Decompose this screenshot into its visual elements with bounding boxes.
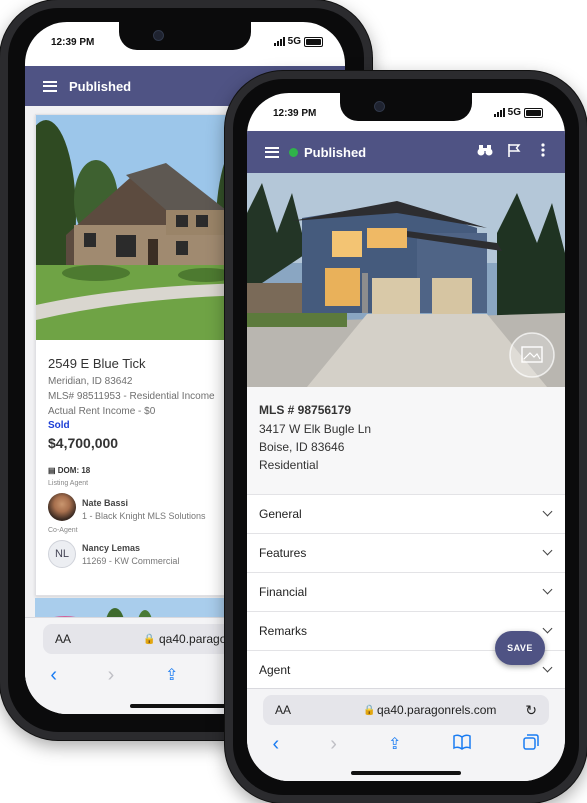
safari-bar: AA 🔒 qa40.paragonrels.com ↻ ‹ › ⇪ — [247, 688, 565, 781]
listing-card[interactable]: 2549 E Blue Tick Meridian, ID 83642 MLS#… — [35, 114, 257, 596]
share-icon[interactable]: ⇪ — [165, 665, 178, 685]
signal-icon — [493, 108, 505, 117]
listing-rent: Actual Rent Income - $0 — [48, 406, 156, 417]
forward-icon[interactable]: › — [108, 664, 115, 687]
status-time: 12:39 PM — [273, 108, 317, 119]
phone-front: 12:39 PM 5G Published MLS # 98756179 341… — [225, 71, 587, 803]
avatar — [48, 493, 76, 521]
chevron-down-icon — [542, 545, 553, 556]
days-on-market: ▤ DOM: 18 — [48, 466, 90, 475]
co-agent-org: 11269 - KW Commercial — [82, 556, 180, 566]
home-indicator — [130, 704, 240, 708]
share-icon[interactable]: ⇪ — [388, 734, 401, 754]
section-label: Remarks — [259, 624, 308, 638]
notch — [340, 93, 472, 121]
listing-type: Residential — [259, 458, 319, 472]
network-label: 5G — [507, 107, 521, 118]
avatar: NL — [48, 540, 76, 568]
back-icon[interactable]: ‹ — [50, 664, 57, 687]
listing-agent-label: Listing Agent — [48, 480, 89, 487]
listing-photo — [36, 115, 256, 340]
section-label: Financial — [259, 585, 308, 599]
back-icon[interactable]: ‹ — [273, 733, 280, 756]
section-label: Features — [259, 546, 307, 560]
save-button[interactable]: SAVE — [495, 631, 545, 665]
more-options-icon[interactable] — [541, 143, 545, 162]
url-text: qa40.paragonrels.com — [377, 703, 497, 717]
status-badge: Sold — [48, 420, 70, 431]
listing-street: 3417 W Elk Bugle Ln — [259, 422, 372, 436]
listing-address: 2549 E Blue Tick — [48, 356, 146, 371]
chevron-down-icon — [542, 506, 553, 517]
binoculars-icon[interactable] — [477, 143, 493, 160]
section-label: General — [259, 507, 302, 521]
listing-summary: MLS # 98756179 3417 W Elk Bugle Ln Boise… — [247, 387, 565, 494]
co-agent-label: Co-Agent — [48, 527, 78, 534]
lock-icon: 🔒 — [143, 633, 156, 645]
camera-icon — [374, 101, 385, 112]
status-network: 5G — [493, 107, 543, 118]
flag-icon[interactable] — [507, 143, 521, 163]
lock-icon: 🔒 — [363, 704, 376, 716]
network-label: 5G — [287, 36, 301, 47]
tabs-icon[interactable] — [523, 733, 540, 756]
mls-number: MLS # 98756179 — [259, 403, 352, 417]
section-general[interactable]: General — [247, 494, 565, 533]
calendar-icon: ▤ — [48, 466, 58, 475]
safari-toolbar: ‹ › ⇪ — [247, 729, 565, 759]
dom-value: DOM: 18 — [57, 466, 91, 475]
bookmarks-icon[interactable] — [452, 734, 472, 754]
address-bar[interactable]: AA 🔒 qa40.paragonrels.com ↻ — [263, 695, 549, 725]
text-size-button[interactable]: AA — [55, 632, 71, 646]
home-indicator — [351, 771, 461, 775]
status-network: 5G — [273, 36, 323, 47]
chevron-down-icon — [542, 662, 553, 673]
listing-city: Meridian, ID 83642 — [48, 376, 133, 387]
listing-agent-org: 1 - Black Knight MLS Solutions — [82, 511, 206, 521]
section-features[interactable]: Features — [247, 533, 565, 572]
reload-icon[interactable]: ↻ — [525, 702, 537, 719]
battery-icon — [524, 107, 543, 118]
signal-icon — [273, 37, 285, 46]
chevron-down-icon — [542, 623, 553, 634]
menu-icon[interactable] — [43, 80, 57, 92]
app-bar: Published — [247, 131, 565, 173]
listing-photo[interactable] — [247, 173, 565, 387]
listing-city: Boise, ID 83646 — [259, 440, 345, 454]
battery-icon — [304, 36, 323, 47]
section-label: Agent — [259, 663, 291, 677]
camera-icon — [153, 30, 164, 41]
published-status-dot — [289, 147, 298, 157]
listing-agent-name[interactable]: Nate Bassi — [82, 498, 128, 508]
forward-icon[interactable]: › — [330, 733, 337, 756]
status-time: 12:39 PM — [51, 37, 95, 48]
section-financial[interactable]: Financial — [247, 572, 565, 611]
listing-price: $4,700,000 — [48, 435, 119, 451]
screen: 12:39 PM 5G Published — [247, 93, 565, 781]
notch — [119, 22, 251, 50]
listing-mls: MLS# 98511953 - Residential Income — [48, 391, 215, 402]
co-agent-name[interactable]: Nancy Lemas — [82, 543, 140, 553]
menu-icon[interactable] — [265, 146, 279, 158]
app-bar-title: Published — [69, 78, 132, 94]
app-bar-title: Published — [304, 144, 367, 160]
chevron-down-icon — [542, 584, 553, 595]
text-size-button[interactable]: AA — [275, 703, 291, 717]
